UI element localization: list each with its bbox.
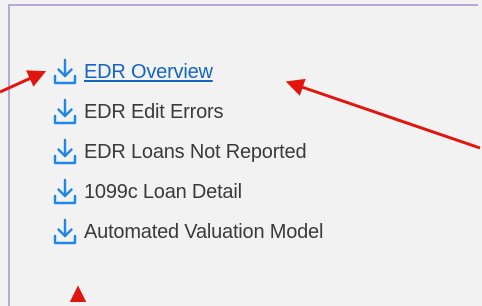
report-label[interactable]: 1099c Loan Detail: [84, 181, 242, 204]
report-label[interactable]: Automated Valuation Model: [84, 221, 323, 244]
report-label[interactable]: EDR Loans Not Reported: [84, 141, 307, 164]
download-icon[interactable]: [52, 217, 78, 247]
report-item-automated-valuation-model[interactable]: Automated Valuation Model: [52, 212, 323, 252]
report-label[interactable]: EDR Overview: [84, 61, 213, 84]
report-item-edr-loans-not-reported[interactable]: EDR Loans Not Reported: [52, 132, 323, 172]
report-item-edr-overview[interactable]: EDR Overview: [52, 52, 323, 92]
download-icon[interactable]: [52, 137, 78, 167]
report-item-1099c-loan-detail[interactable]: 1099c Loan Detail: [52, 172, 323, 212]
download-icon[interactable]: [52, 57, 78, 87]
report-item-edr-edit-errors[interactable]: EDR Edit Errors: [52, 92, 323, 132]
download-icon[interactable]: [52, 177, 78, 207]
report-label[interactable]: EDR Edit Errors: [84, 101, 223, 124]
report-download-list: EDR Overview EDR Edit Errors EDR Loans N…: [52, 52, 323, 252]
download-icon[interactable]: [52, 97, 78, 127]
